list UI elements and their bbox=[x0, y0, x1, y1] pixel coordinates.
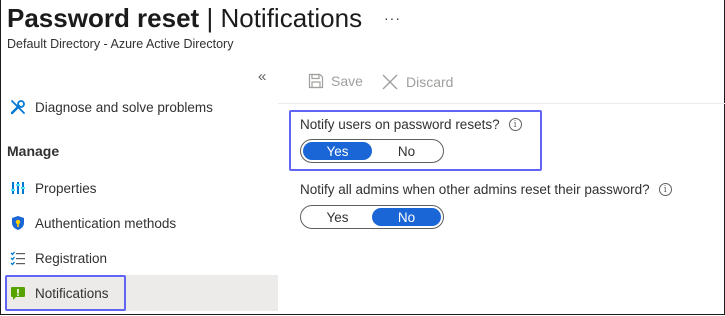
sidebar-item-label: Registration bbox=[35, 250, 108, 266]
notify-admins-question: Notify all admins when other admins rese… bbox=[300, 182, 672, 197]
notify-users-no-option[interactable]: No bbox=[372, 142, 441, 160]
info-icon[interactable]: i bbox=[508, 118, 522, 131]
title-separator: | bbox=[206, 3, 214, 33]
notify-users-toggle[interactable]: Yes No bbox=[300, 139, 444, 163]
sidebar-item-label: Properties bbox=[35, 180, 97, 196]
sidebar-item-authentication-methods[interactable]: Authentication methods bbox=[6, 205, 278, 241]
discard-label: Discard bbox=[406, 74, 454, 90]
sidebar-item-label: Diagnose and solve problems bbox=[35, 99, 213, 115]
notify-users-question: Notify users on password resets? i bbox=[300, 117, 522, 132]
info-icon[interactable]: i bbox=[658, 183, 672, 196]
save-button[interactable]: Save bbox=[308, 73, 363, 89]
command-bar: Save Discard bbox=[278, 69, 725, 104]
notify-users-yes-option[interactable]: Yes bbox=[303, 142, 372, 160]
sidebar-item-label: Authentication methods bbox=[35, 215, 177, 231]
sidebar-item-registration[interactable]: Registration bbox=[6, 240, 278, 276]
more-options-button[interactable]: ··· bbox=[384, 10, 401, 26]
title-main: Password reset bbox=[7, 3, 200, 33]
notify-admins-no-option[interactable]: No bbox=[372, 208, 441, 226]
save-label: Save bbox=[331, 73, 363, 89]
notify-users-label: Notify users on password resets? bbox=[300, 117, 500, 132]
notify-admins-toggle[interactable]: Yes No bbox=[300, 205, 444, 229]
wrench-icon bbox=[8, 97, 28, 117]
discard-button[interactable]: Discard bbox=[381, 73, 453, 91]
page-title: Password reset | Notifications bbox=[7, 2, 362, 34]
properties-icon bbox=[8, 178, 28, 198]
sidebar-section-manage: Manage bbox=[7, 143, 60, 159]
notify-admins-label: Notify all admins when other admins rese… bbox=[300, 182, 650, 197]
sidebar-item-properties[interactable]: Properties bbox=[6, 170, 278, 206]
collapse-sidebar-button[interactable]: « bbox=[258, 68, 266, 85]
title-section: Notifications bbox=[220, 3, 363, 33]
checklist-icon bbox=[8, 248, 28, 268]
shield-icon bbox=[8, 213, 28, 233]
notify-admins-yes-option[interactable]: Yes bbox=[303, 208, 372, 226]
sidebar-item-diagnose[interactable]: Diagnose and solve problems bbox=[6, 89, 278, 125]
page-subtitle: Default Directory - Azure Active Directo… bbox=[7, 37, 234, 51]
page-header: Password reset | Notifications bbox=[7, 2, 362, 34]
save-icon bbox=[308, 73, 324, 89]
close-icon bbox=[381, 73, 399, 91]
focus-outline bbox=[5, 275, 126, 311]
